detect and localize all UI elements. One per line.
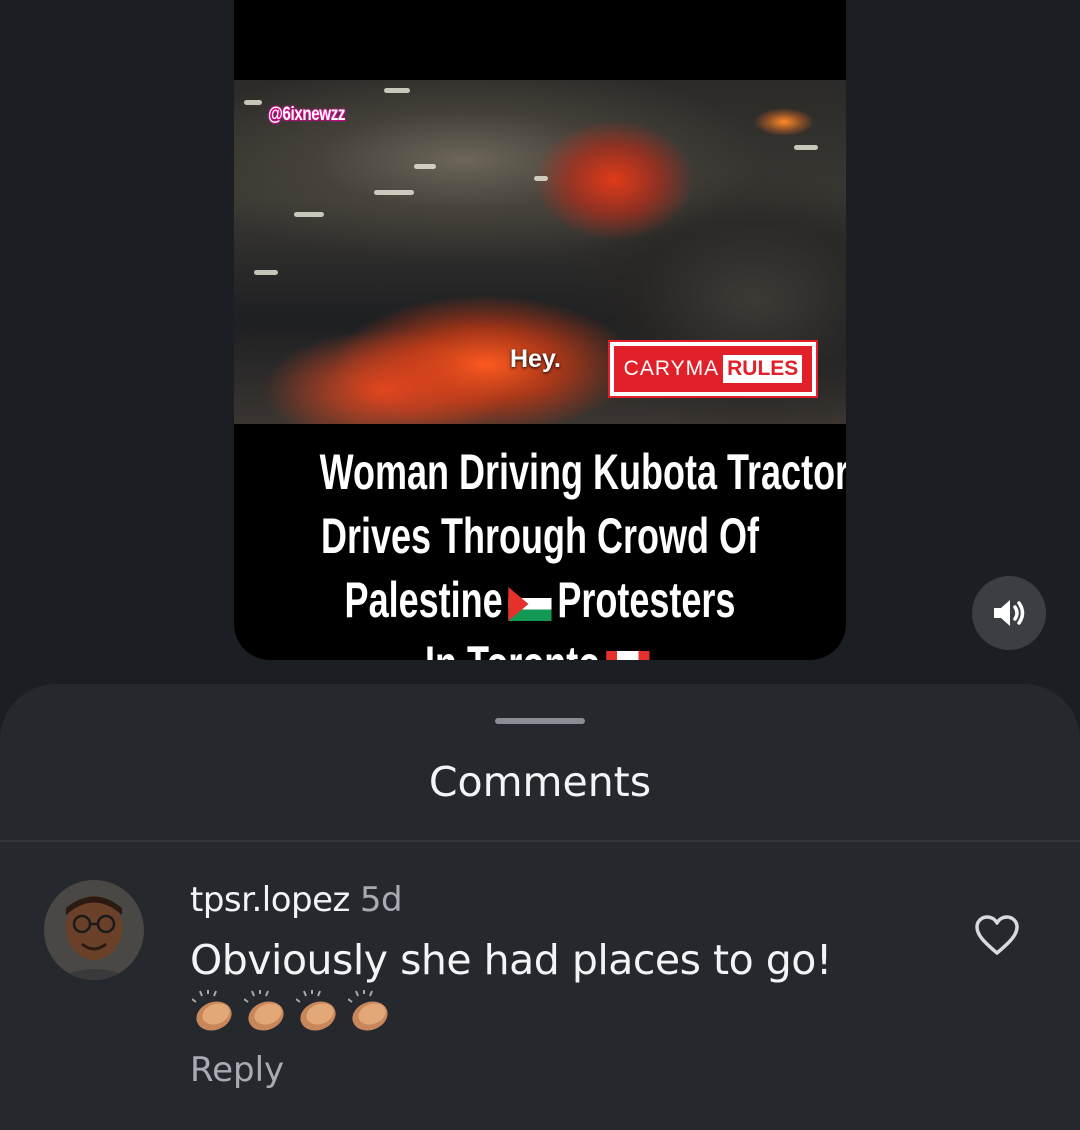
headline-word: Protesters <box>557 572 736 628</box>
video-player[interactable]: @6ixnewzz Hey. CARYMA RULES Woman Drivin… <box>234 0 846 660</box>
video-headline: Woman Driving Kubota Tractor Drives Thro… <box>234 440 846 660</box>
comments-sheet: Comments tpsr.lopez 5d Obviously she had … <box>0 684 1080 1130</box>
comment-username[interactable]: tpsr.lopez <box>190 880 350 920</box>
clapping-hands-icon <box>296 990 336 1031</box>
clapping-hands-icon <box>192 990 232 1031</box>
divider <box>0 840 1080 842</box>
comments-title: Comments <box>428 758 652 806</box>
brand-badge-word2: RULES <box>723 355 803 383</box>
canada-flag-icon <box>606 650 650 660</box>
brand-badge: CARYMA RULES <box>608 340 818 398</box>
comment-text: Obviously she had places to go! <box>190 936 832 984</box>
headline-line: Palestine Protesters <box>320 568 761 632</box>
brand-badge-word1: CARYMA <box>623 357 720 380</box>
clapping-hands-icon <box>244 990 284 1031</box>
speaker-icon <box>994 600 1025 626</box>
palestine-flag-icon <box>508 586 552 621</box>
video-watermark: @6ixnewzz <box>268 104 346 125</box>
avatar-image <box>44 880 144 980</box>
reply-button[interactable]: Reply <box>190 1050 284 1090</box>
headline-line: In Toronto <box>320 632 761 660</box>
sound-toggle-button[interactable] <box>972 576 1046 650</box>
headline-line: Drives Through Crowd Of <box>320 508 760 564</box>
clapping-hands-icon <box>348 990 388 1031</box>
headline-line: Woman Driving Kubota Tractor <box>319 444 846 500</box>
comment-timestamp: 5d <box>359 880 403 920</box>
comment-header: tpsr.lopez 5d <box>190 880 403 920</box>
avatar[interactable] <box>44 880 144 980</box>
video-frame[interactable]: @6ixnewzz Hey. CARYMA RULES <box>234 80 846 424</box>
headline-word: Palestine <box>344 572 503 628</box>
clapping-hands-emoji-group <box>192 990 392 1032</box>
heart-icon[interactable] <box>974 914 1020 956</box>
sheet-drag-handle[interactable] <box>495 718 585 724</box>
video-subtitle: Hey. <box>510 345 561 373</box>
headline-word: In Toronto <box>425 636 600 660</box>
